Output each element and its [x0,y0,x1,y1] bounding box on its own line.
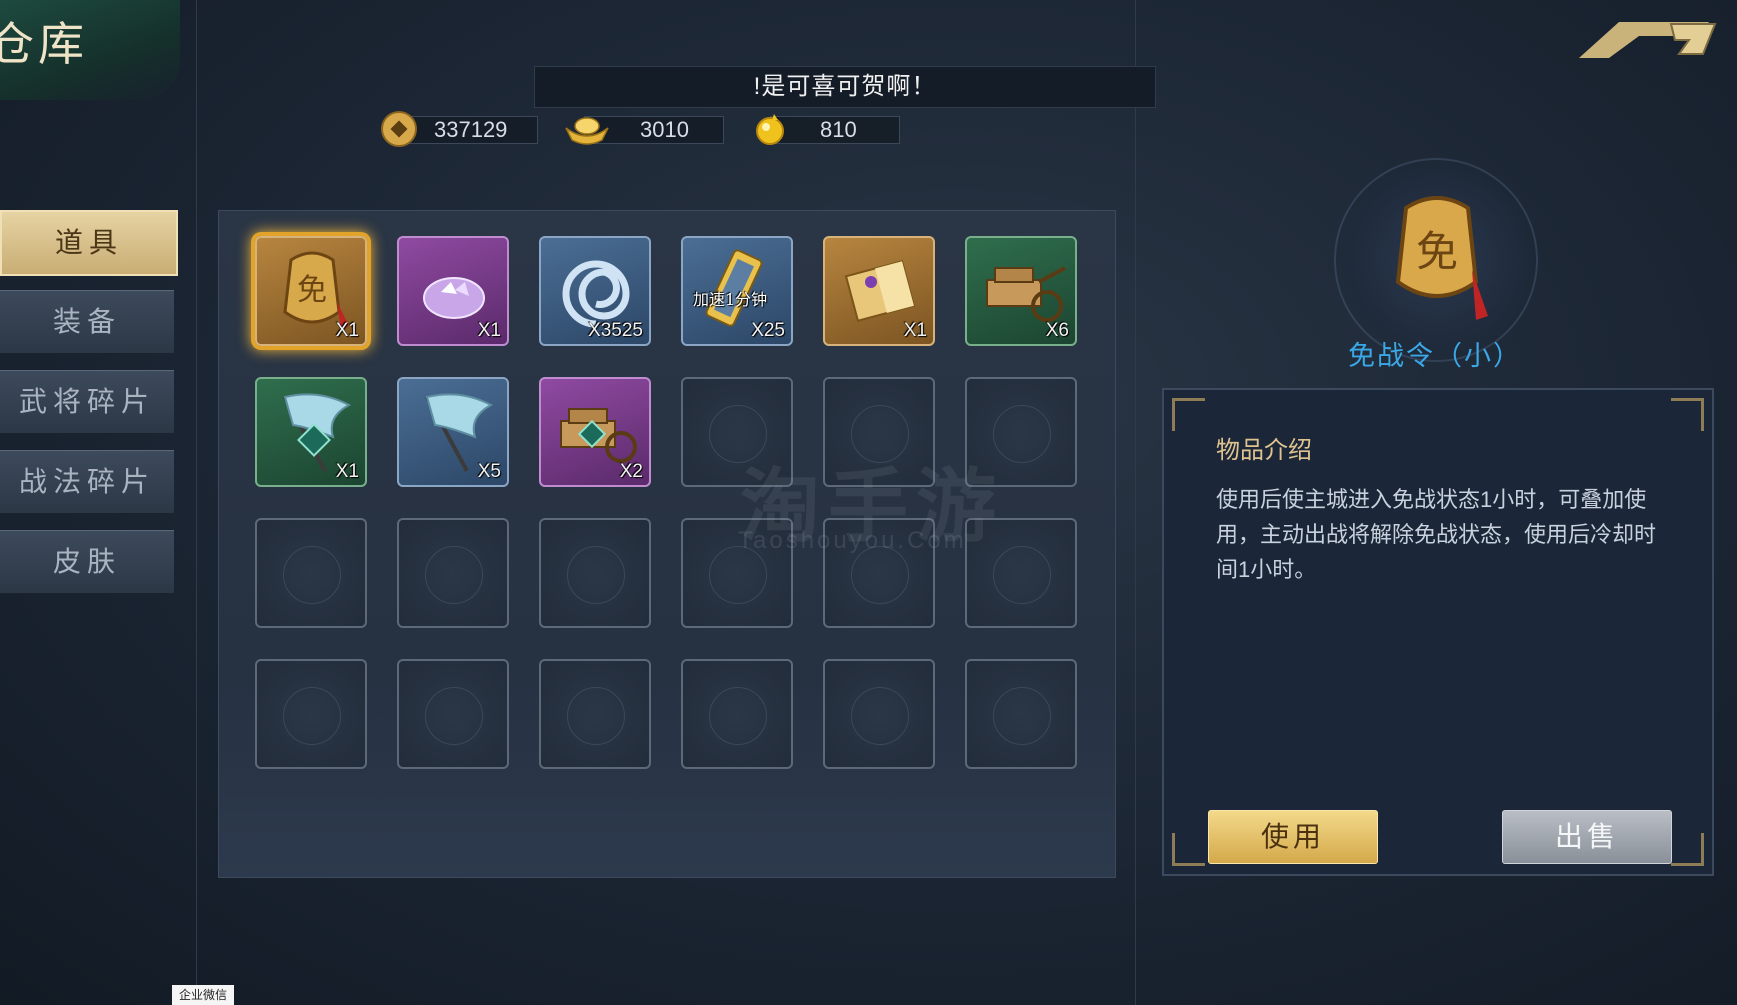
empty-slot[interactable] [255,518,367,628]
left-divider [196,0,197,1005]
item-count: X3525 [588,320,643,341]
toast-message: !是可喜可贺啊！ [534,66,1156,108]
tab-equipment[interactable]: 装备 [0,290,174,354]
item-count: X1 [335,320,359,341]
gold-orb-icon [756,114,784,145]
empty-slot[interactable] [255,659,367,769]
description-heading: 物品介绍 [1216,437,1312,464]
corner-ornament [1671,833,1704,866]
empty-slot[interactable] [397,659,509,769]
taskbar-label[interactable]: 企业微信 [172,985,234,1005]
currency-value: 337129 [434,117,508,142]
currency-orb: 810 [752,114,900,145]
item-overlay-label: 加速1分钟 [693,290,768,309]
right-divider [1135,0,1136,1005]
empty-slot[interactable] [539,518,651,628]
currency-value: 810 [820,117,857,142]
currency-copper: 337129 [380,111,538,147]
sell-button[interactable]: 出售 [1502,810,1672,864]
inventory-slot[interactable]: X3525 [539,236,651,346]
inventory-slot[interactable]: 免 X1 [255,236,367,346]
currency-ingot: 3010 [565,114,724,145]
currency-value: 3010 [640,117,689,142]
inventory-slot[interactable]: X5 [397,377,509,487]
description-text: 使用后使主城进入免战状态1小时，可叠加使用，主动出战将解除免战状态，使用后冷却时… [1216,487,1657,582]
tab-items[interactable]: 道具 [0,210,178,276]
tab-tactic-shards[interactable]: 战法碎片 [0,450,174,514]
inventory-slot[interactable]: X1 [823,236,935,346]
truce-token-icon: 免 [1395,196,1488,320]
inventory-slot[interactable]: X1 [255,377,367,487]
item-count: X1 [903,320,927,341]
inventory-slot[interactable]: X2 [539,377,651,487]
item-count: X6 [1045,320,1069,341]
back-arrow-icon[interactable] [1579,14,1719,60]
empty-slot[interactable] [539,659,651,769]
item-count: X1 [335,461,359,482]
item-count: X1 [477,320,501,341]
empty-slot[interactable] [397,518,509,628]
item-count: X5 [477,461,501,482]
tab-general-shards[interactable]: 武将碎片 [0,370,174,434]
svg-text:免: 免 [1416,227,1458,276]
item-count: X2 [619,461,643,482]
selected-item-name: 免战令（小） [1348,341,1522,371]
page-title: 仓库 [0,17,88,71]
selected-item-preview: 免 [1322,152,1548,362]
gold-ingot-icon [565,117,609,145]
inventory-slot[interactable]: X1 [397,236,509,346]
svg-text:免: 免 [297,273,327,308]
inventory-slot[interactable]: X6 [965,236,1077,346]
empty-slot[interactable] [681,659,793,769]
item-description-panel: 物品介绍 使用后使主城进入免战状态1小时，可叠加使用，主动出战将解除免战状态，使… [1162,388,1714,876]
item-count: X25 [751,320,785,341]
copper-coin-icon [381,111,417,147]
inventory-slot[interactable]: 加速1分钟 X25 [681,236,793,346]
corner-ornament [1671,398,1704,431]
watermark-url: Taoshouyou.Com [738,527,967,554]
empty-slot[interactable] [965,659,1077,769]
use-button[interactable]: 使用 [1208,810,1378,864]
corner-ornament [1172,833,1205,866]
corner-ornament [1172,398,1205,431]
empty-slot[interactable] [823,659,935,769]
tab-skins[interactable]: 皮肤 [0,530,174,594]
